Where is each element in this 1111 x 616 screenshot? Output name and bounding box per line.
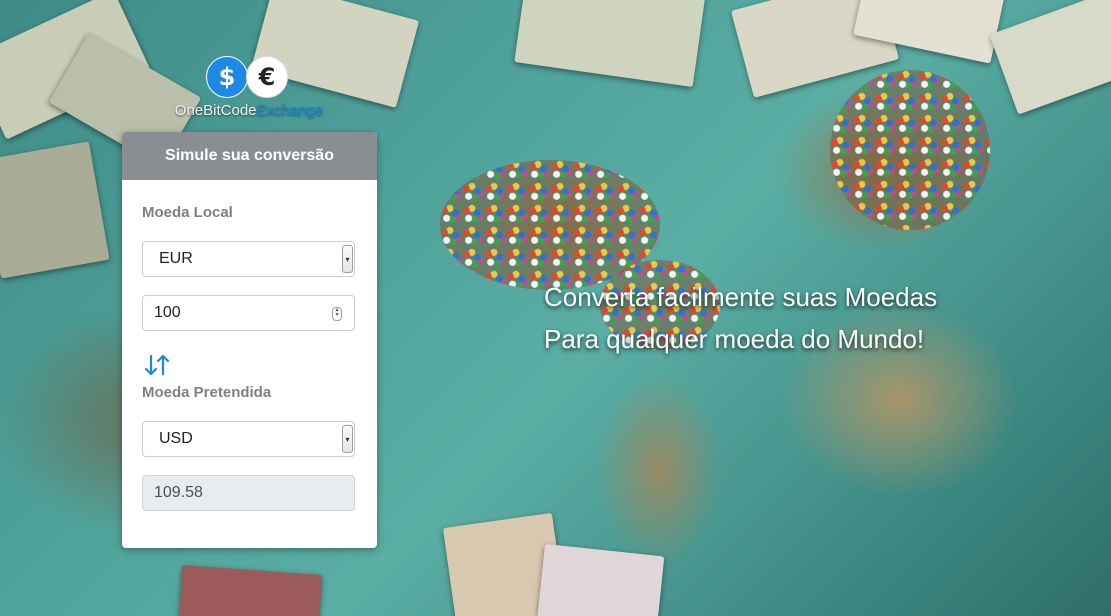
swap-currencies-button[interactable] [142, 350, 172, 380]
brand-logo: $ € OneBitCodeExchange [168, 56, 330, 122]
local-currency-label: Moeda Local [142, 204, 233, 221]
banknote-decoration [177, 565, 323, 616]
dropdown-arrow-icon: ▾ [342, 245, 353, 273]
brand-logo-icons: $ € [206, 56, 290, 98]
dollar-icon: $ [206, 56, 248, 98]
hero-line-1: Converta facilmente suas Moedas [544, 282, 938, 312]
result-field: 109.58 [142, 475, 355, 511]
euro-icon: € [246, 56, 288, 98]
target-currency-value: USD [159, 430, 193, 447]
conversion-card: Simule sua conversão Moeda Local EUR ▾ 1… [122, 132, 377, 548]
map-pins-decoration [830, 70, 990, 230]
local-currency-select[interactable]: EUR ▾ [142, 241, 355, 277]
banknote-decoration [0, 141, 110, 279]
brand-name: OneBitCodeExchange [168, 102, 330, 119]
swap-vertical-arrows-icon [144, 354, 170, 376]
hero-headline: Converta facilmente suas Moedas Para qua… [544, 276, 937, 360]
banknote-decoration [989, 0, 1111, 115]
target-currency-select[interactable]: USD ▾ [142, 421, 355, 457]
conversion-card-title: Simule sua conversão [122, 132, 377, 180]
result-value: 109.58 [154, 484, 203, 501]
brand-name-part2: Exchange [256, 102, 324, 119]
amount-value: 100 [154, 304, 181, 321]
hero-line-2: Para qualquer moeda do Mundo! [544, 324, 925, 354]
banknote-decoration [514, 0, 706, 88]
dropdown-arrow-icon: ▾ [342, 425, 353, 453]
number-spinner-icon[interactable]: ▴ ▾ [332, 307, 342, 321]
brand-name-part1: OneBitCode [174, 102, 257, 119]
target-currency-label: Moeda Pretendida [142, 384, 272, 401]
local-currency-value: EUR [159, 250, 193, 267]
amount-input[interactable]: 100 ▴ ▾ [142, 295, 355, 331]
banknote-decoration [535, 543, 665, 616]
